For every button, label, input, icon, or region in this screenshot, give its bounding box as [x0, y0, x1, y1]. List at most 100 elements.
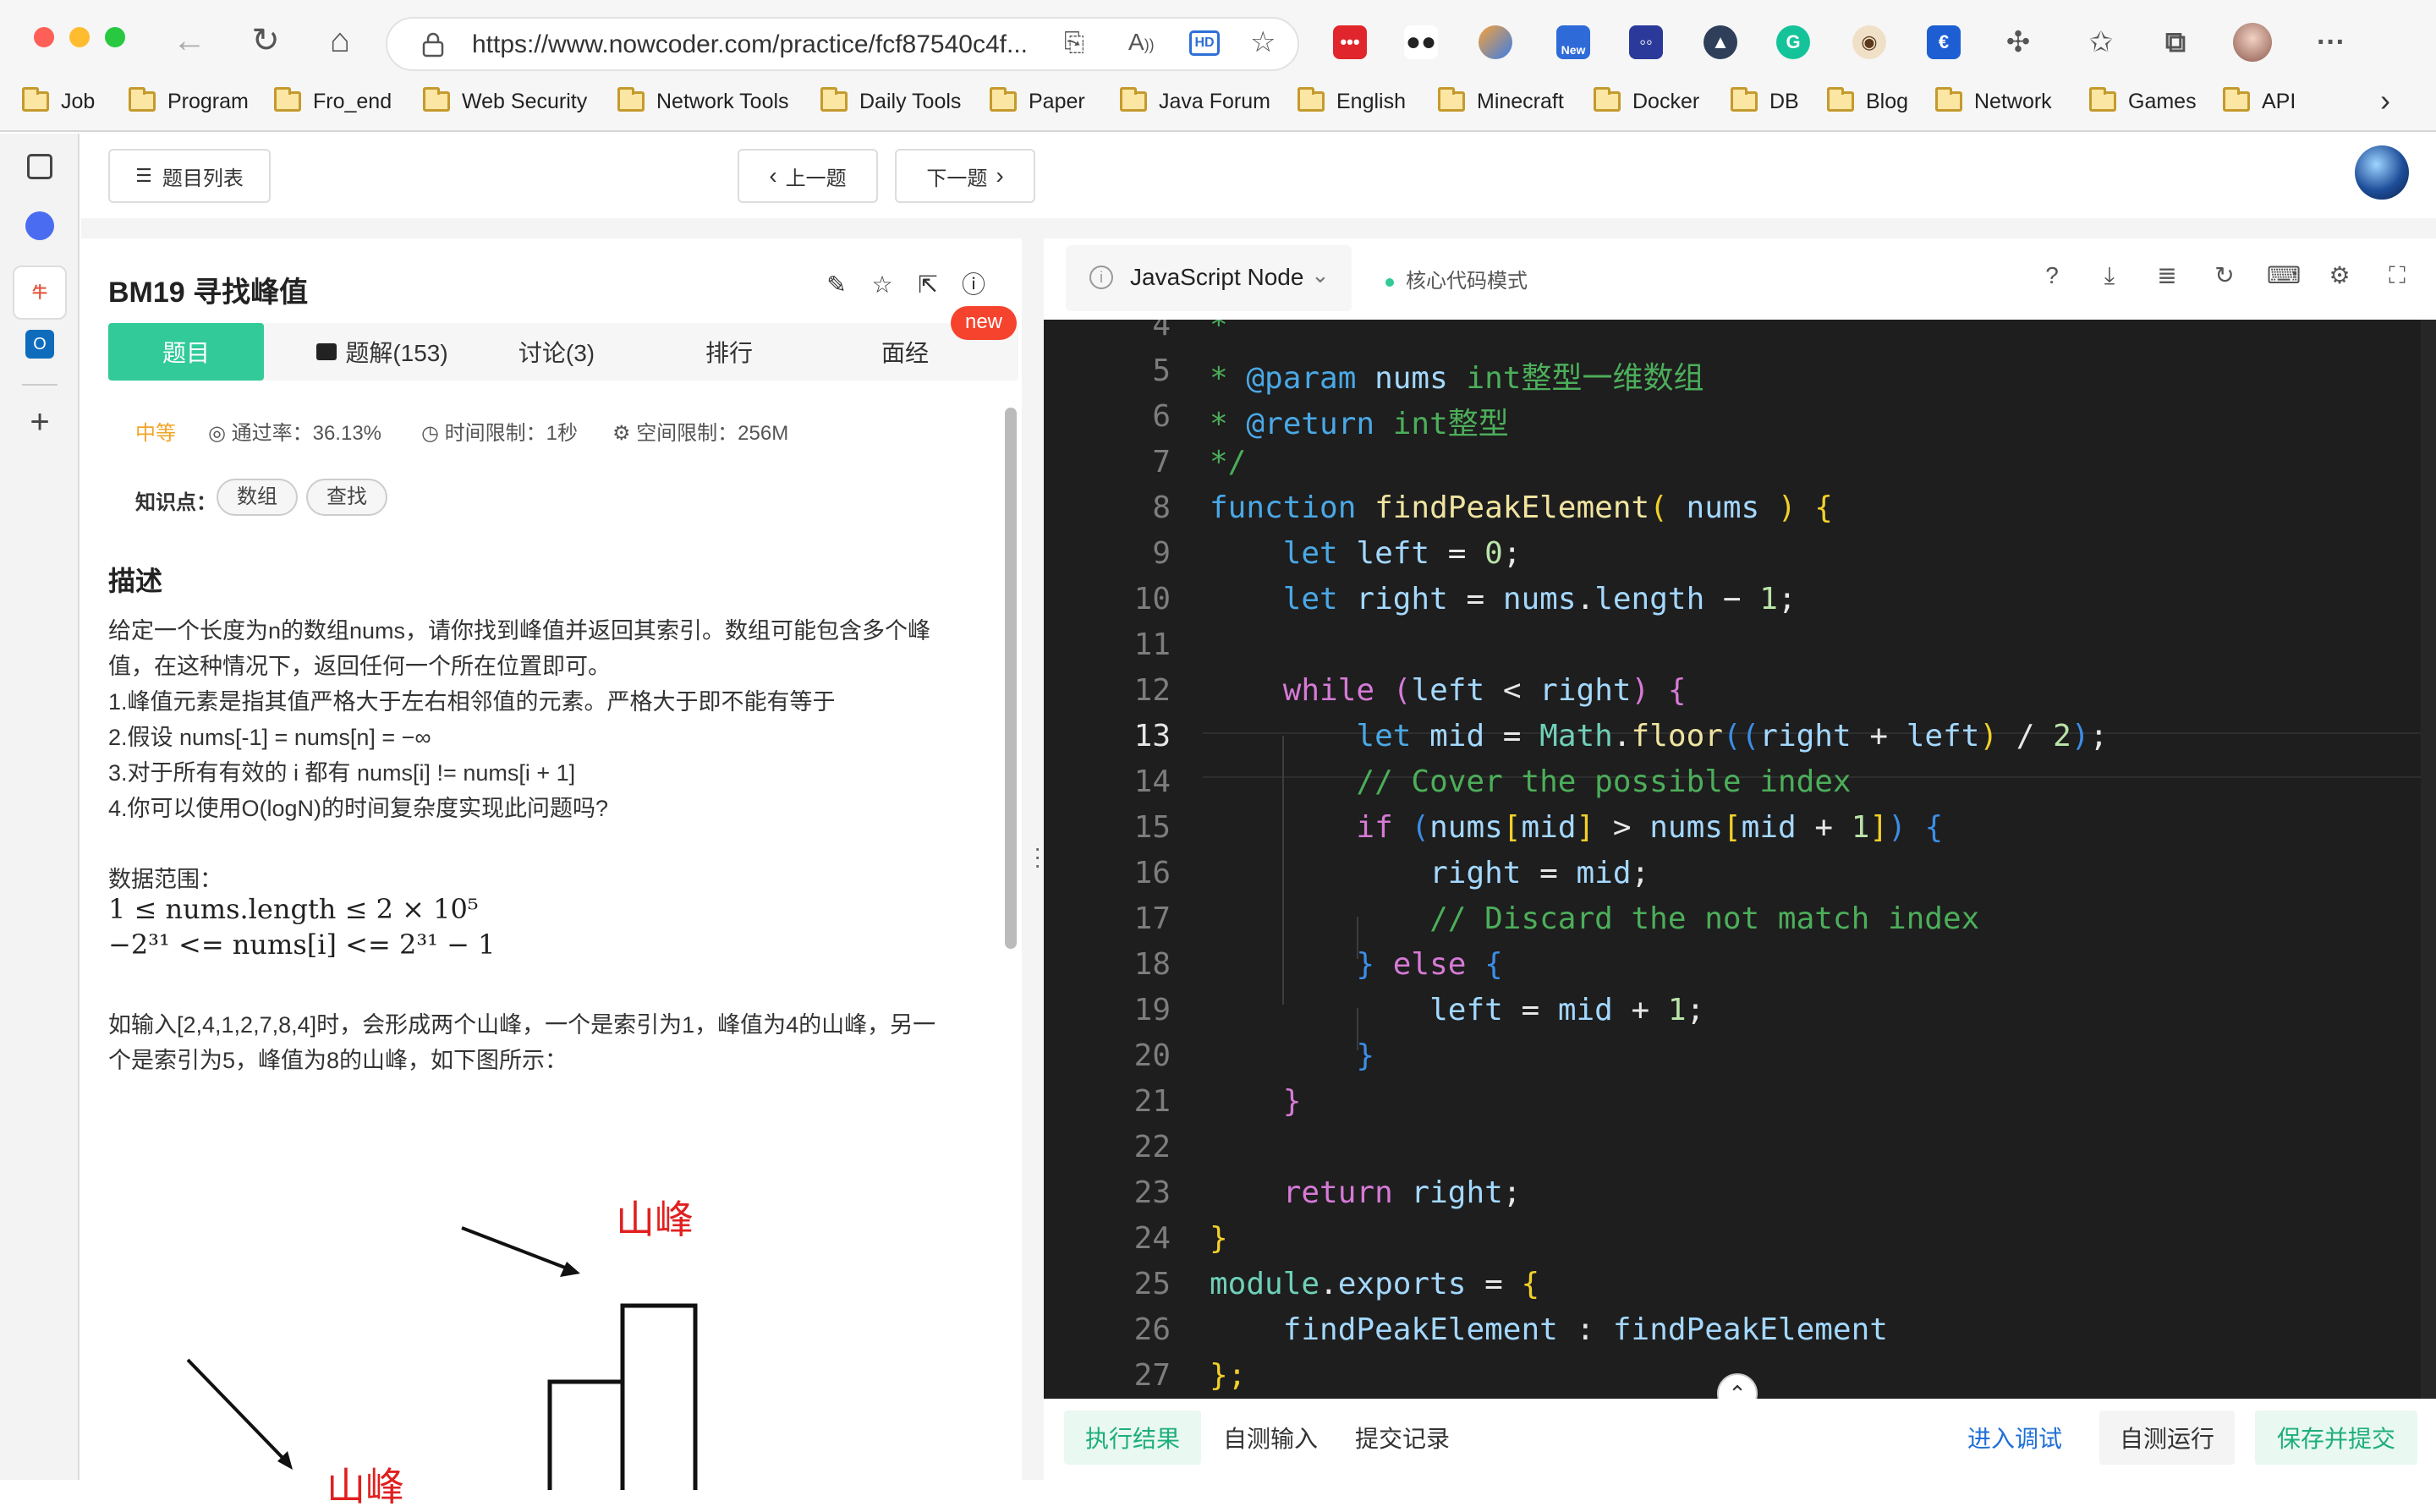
- editor-scrollbar[interactable]: [2421, 320, 2436, 1399]
- language-select[interactable]: i JavaScript Node ⌄: [1066, 245, 1352, 311]
- format-icon[interactable]: ≣: [2152, 260, 2182, 291]
- example-line-2: 个是索引为5，峰值为8的山峰，如下图所示：: [108, 1048, 568, 1073]
- bookmark-games[interactable]: Games: [2089, 86, 2197, 117]
- bookmark-fro-end[interactable]: Fro_end: [274, 86, 392, 117]
- bookmark-label: Network Tools: [656, 89, 789, 113]
- bookmark-program[interactable]: Program: [129, 86, 249, 117]
- sidebar-nowcoder-icon[interactable]: 牛: [13, 266, 67, 320]
- line-number: 23: [1133, 1175, 1171, 1210]
- tag-array[interactable]: 数组: [217, 479, 298, 516]
- read-aloud-icon[interactable]: A)): [1128, 29, 1155, 56]
- settings-icon[interactable]: ⚙: [2324, 260, 2355, 291]
- tab-problem[interactable]: 题目: [108, 323, 264, 381]
- save-submit-button[interactable]: 保存并提交: [2255, 1411, 2417, 1465]
- tab-ranking[interactable]: 排行: [661, 323, 797, 381]
- clipboard-icon[interactable]: ⎘: [1064, 29, 1084, 58]
- range-label: 数据范围：: [108, 867, 222, 892]
- bookmark-blog[interactable]: Blog: [1827, 86, 1908, 117]
- problem-scrollbar[interactable]: [1005, 408, 1017, 949]
- next-problem-button[interactable]: 下一题 ›: [895, 149, 1035, 203]
- tab-actions-icon[interactable]: [27, 154, 52, 179]
- bookmark-network[interactable]: Network: [1935, 86, 2052, 117]
- prev-problem-button[interactable]: ‹ 上一题: [738, 149, 878, 203]
- close-window-button[interactable]: [34, 27, 54, 47]
- fullscreen-icon[interactable]: ⛶: [2382, 260, 2412, 291]
- share-icon[interactable]: ⇱: [915, 272, 941, 298]
- line-number: 18: [1133, 947, 1171, 982]
- bookmark-label: DB: [1769, 89, 1799, 113]
- bookmark-daily-tools[interactable]: Daily Tools: [820, 86, 961, 117]
- bookmark-job[interactable]: Job: [22, 86, 95, 117]
- bookmarks-overflow-icon[interactable]: ›: [2380, 83, 2390, 118]
- prev-problem-label: 上一题: [785, 167, 847, 190]
- tab-custom-input-label: 自测输入: [1222, 1426, 1318, 1452]
- extension-dark-icon[interactable]: ◦◦: [1629, 25, 1663, 59]
- debug-button[interactable]: 进入调试: [1947, 1411, 2082, 1465]
- star-icon[interactable]: ☆: [870, 272, 895, 298]
- favorites-icon[interactable]: ✩: [2084, 25, 2118, 59]
- folder-icon: [617, 87, 645, 112]
- reload-icon[interactable]: ↻: [245, 20, 286, 61]
- help-icon[interactable]: ?: [2037, 260, 2067, 291]
- collections-icon[interactable]: ⧉: [2159, 25, 2192, 59]
- profile-avatar-icon[interactable]: [2233, 23, 2272, 62]
- code-line: }: [1282, 1084, 1302, 1119]
- reset-icon[interactable]: ↻: [2209, 260, 2240, 291]
- user-avatar[interactable]: [2355, 145, 2409, 200]
- extension-euro-icon[interactable]: €: [1927, 25, 1961, 59]
- grammarly-icon[interactable]: G: [1776, 25, 1810, 59]
- problem-list-button[interactable]: ☰ 题目列表: [108, 149, 271, 203]
- tab-custom-input[interactable]: 自测输入: [1211, 1411, 1330, 1465]
- bookmark-label: Blog: [1866, 89, 1909, 113]
- bookmark-docker[interactable]: Docker: [1594, 86, 1699, 117]
- download-icon[interactable]: ⤓: [2094, 260, 2125, 291]
- bookmark-web-security[interactable]: Web Security: [423, 86, 587, 117]
- bookmark-api[interactable]: API: [2223, 86, 2296, 117]
- code-editor[interactable]: 4 5 6 7 8 9 10 11 12 13 14 15 16 17 18 19 20 21 22 23 24 25 26…: [1044, 320, 2436, 1399]
- extension-bears-icon[interactable]: ●●: [1404, 25, 1438, 59]
- tag-search[interactable]: 查找: [306, 479, 387, 516]
- tab-discussion[interactable]: 讨论(3): [489, 323, 624, 381]
- add-sidebar-icon[interactable]: +: [19, 401, 61, 443]
- line-number: 26: [1133, 1312, 1171, 1347]
- extensions-puzzle-icon[interactable]: ✣: [2001, 25, 2035, 59]
- sidebar-app-blue-icon[interactable]: [25, 211, 54, 240]
- bookmark-label: Java Forum: [1159, 89, 1270, 113]
- extension-red-icon[interactable]: •••: [1333, 25, 1367, 59]
- keyboard-icon[interactable]: ⌨: [2267, 260, 2301, 291]
- tab-run-result[interactable]: 执行结果: [1064, 1411, 1201, 1465]
- bookmark-db[interactable]: DB: [1731, 86, 1799, 117]
- back-icon[interactable]: ←: [169, 20, 210, 61]
- outlook-icon[interactable]: O: [25, 330, 54, 359]
- report-icon[interactable]: ⓘ: [961, 272, 986, 298]
- extension-shield-icon[interactable]: [1479, 25, 1512, 59]
- bookmark-paper[interactable]: Paper: [990, 86, 1085, 117]
- tab-submission-history[interactable]: 提交记录: [1343, 1411, 1462, 1465]
- minimize-window-button[interactable]: [69, 27, 90, 47]
- address-bar[interactable]: https://www.nowcoder.com/practice/fcf875…: [386, 17, 1299, 71]
- tab-solutions[interactable]: 题解(153): [288, 323, 477, 381]
- line-number: 13: [1133, 719, 1171, 753]
- edit-icon[interactable]: ✎: [824, 272, 849, 298]
- extension-new-icon[interactable]: New: [1556, 25, 1590, 59]
- bookmark-network-tools[interactable]: Network Tools: [617, 86, 789, 117]
- extension-owl-icon[interactable]: ◉: [1852, 25, 1886, 59]
- new-badge: new: [951, 306, 1017, 340]
- drag-dots-icon: · · ·: [1034, 835, 1042, 878]
- extension-cursor-icon[interactable]: ▲: [1704, 25, 1737, 59]
- code-line: };: [1210, 1358, 1247, 1393]
- url-text[interactable]: https://www.nowcoder.com/practice/fcf875…: [472, 30, 1115, 59]
- self-test-run-button[interactable]: 自测运行: [2099, 1411, 2235, 1465]
- more-menu-icon[interactable]: ···: [2314, 25, 2348, 59]
- tab-solutions-label: 题解(153): [345, 340, 448, 366]
- home-icon[interactable]: ⌂: [320, 20, 360, 61]
- hd-icon[interactable]: HD: [1189, 30, 1220, 56]
- bookmark-english[interactable]: English: [1298, 86, 1406, 117]
- maximize-window-button[interactable]: [105, 27, 125, 47]
- difficulty-label: 中等: [135, 422, 176, 445]
- bookmark-java-forum[interactable]: Java Forum: [1120, 86, 1270, 117]
- add-favorite-icon[interactable]: ☆: [1250, 25, 1276, 59]
- folder-icon: [1594, 87, 1621, 112]
- bookmark-minecraft[interactable]: Minecraft: [1438, 86, 1564, 117]
- code-mode-label: 核心代码模式: [1406, 270, 1528, 293]
